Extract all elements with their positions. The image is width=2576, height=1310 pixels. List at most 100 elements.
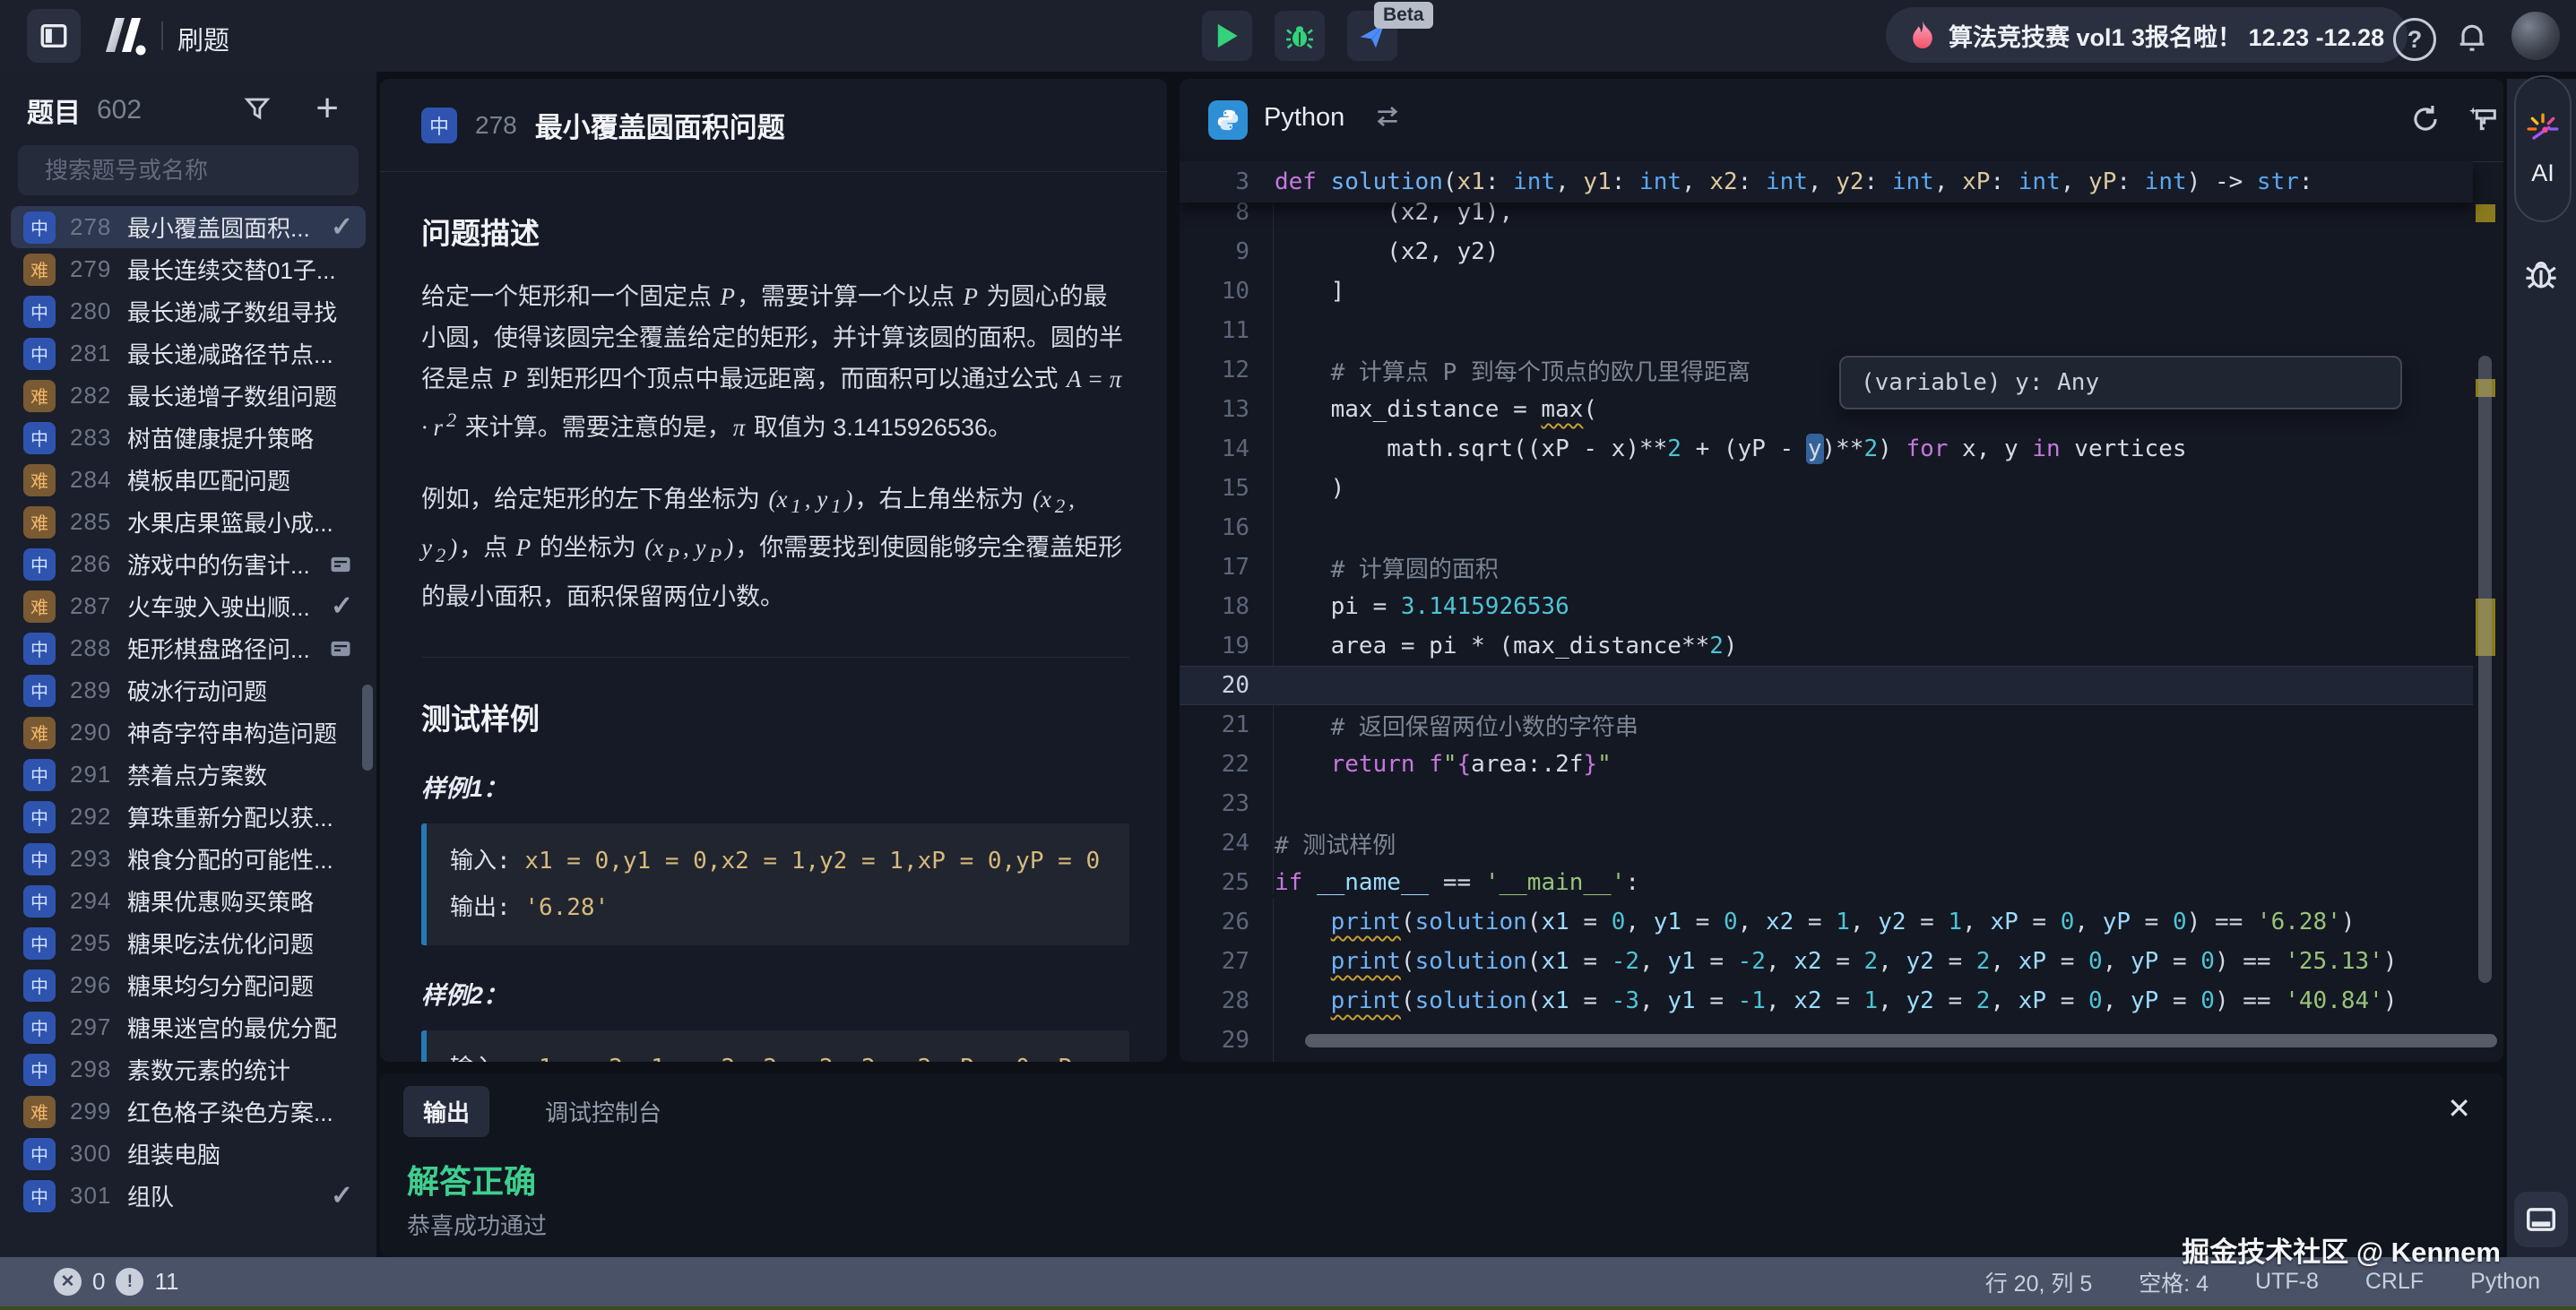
close-output-button[interactable]: ✕ xyxy=(2447,1091,2471,1125)
tab-debug-console[interactable]: 调试控制台 xyxy=(525,1086,681,1137)
sticky-code-line[interactable]: 3def solution(x1: int, y1: int, x2: int,… xyxy=(1180,161,2473,203)
problem-item[interactable]: 难287火车驶入驶出顺...✓ xyxy=(11,585,366,627)
eol-type[interactable]: CRLF xyxy=(2365,1269,2424,1295)
language-switch-button[interactable] xyxy=(1373,102,1402,131)
code-line[interactable]: 17 # 计算圆的面积 xyxy=(1180,547,2473,587)
problem-item[interactable]: 中278最小覆盖圆面积...✓ xyxy=(11,206,366,248)
difficulty-badge: 中 xyxy=(23,548,56,581)
problem-item-title: 糖果迷宫的最优分配 xyxy=(127,1011,348,1044)
problem-item-number: 296 xyxy=(70,971,122,999)
sidebar-toggle-button[interactable] xyxy=(27,9,81,63)
problem-item-number: 292 xyxy=(70,803,122,831)
filter-button[interactable] xyxy=(242,93,272,124)
user-avatar[interactable] xyxy=(2511,12,2560,60)
code-line[interactable]: 15 ) xyxy=(1180,469,2473,508)
promo-text: 算法竞技赛 vol1 3报名啦！ 12.23 -12.28 xyxy=(1949,18,2384,53)
problem-item[interactable]: 难290神奇字符串构造问题 xyxy=(11,711,366,754)
ai-assistant-button[interactable]: AI xyxy=(2514,75,2572,222)
errors-icon: ✕ xyxy=(54,1268,82,1296)
language-label: Python xyxy=(1264,103,1344,133)
code-line[interactable]: 11 xyxy=(1180,311,2473,350)
problem-item[interactable]: 中293粮食分配的可能性... xyxy=(11,838,366,880)
problem-item[interactable]: 中300组装电脑 xyxy=(11,1133,366,1175)
encoding[interactable]: UTF-8 xyxy=(2255,1269,2319,1295)
problem-item[interactable]: 难285水果店果篮最小成... xyxy=(11,501,366,543)
question-icon: ? xyxy=(2407,26,2423,54)
funnel-icon xyxy=(242,93,272,124)
debug-panel-button[interactable] xyxy=(2522,254,2560,292)
problem-item[interactable]: 中289破冰行动问题 xyxy=(11,669,366,711)
problem-item[interactable]: 中283树苗健康提升策略 xyxy=(11,417,366,459)
code-line[interactable]: 16 xyxy=(1180,508,2473,547)
code-line[interactable]: 21 # 返回保留两位小数的字符串 xyxy=(1180,705,2473,745)
code-line[interactable]: 19 area = pi * (max_distance**2) xyxy=(1180,626,2473,666)
problem-item-title: 糖果均匀分配问题 xyxy=(127,969,348,1002)
code-line[interactable]: 14 math.sqrt((xP - x)**2 + (yP - y)**2) … xyxy=(1180,429,2473,469)
problem-item[interactable]: 中292算珠重新分配以获... xyxy=(11,796,366,838)
problems-indicator[interactable]: ✕ 0 ! 11 xyxy=(54,1268,178,1296)
code-line[interactable]: 25if __name__ == '__main__': xyxy=(1180,863,2473,902)
problem-item-number: 300 xyxy=(70,1140,122,1168)
notifications-button[interactable] xyxy=(2454,18,2490,56)
problem-item-number: 293 xyxy=(70,845,122,873)
code-line[interactable]: 9 (x2, y2) xyxy=(1180,232,2473,271)
cursor-position[interactable]: 行 20, 列 5 xyxy=(1985,1266,2093,1298)
problem-item[interactable]: 中281最长递减路径节点... xyxy=(11,332,366,375)
console-panel-button[interactable] xyxy=(2514,1192,2568,1247)
sample2-label: 样例2： xyxy=(421,976,1129,1011)
promo-banner[interactable]: 算法竞技赛 vol1 3报名啦！ 12.23 -12.28 xyxy=(1886,7,2407,63)
swap-arrows-icon xyxy=(1373,102,1402,131)
problem-item[interactable]: 中291禁着点方案数 xyxy=(11,754,366,796)
problem-item[interactable]: 中286游戏中的伤害计... xyxy=(11,543,366,585)
code-line[interactable]: 10 ] xyxy=(1180,271,2473,311)
problem-item[interactable]: 中297糖果迷宫的最优分配 xyxy=(11,1006,366,1048)
code-line[interactable]: 22 return f"{area:.2f}" xyxy=(1180,745,2473,784)
code-line[interactable]: 23 xyxy=(1180,784,2473,823)
difficulty-badge: 中 xyxy=(23,338,56,370)
problem-sidebar: 题目 602 + 中278最小覆盖圆面积...✓难279最长连续交替01子...… xyxy=(0,72,376,1257)
problem-item[interactable]: 中294糖果优惠购买策略 xyxy=(11,880,366,922)
code-line[interactable]: 26 print(solution(x1 = 0, y1 = 0, x2 = 1… xyxy=(1180,902,2473,942)
problem-item-number: 281 xyxy=(70,340,122,367)
reset-code-button[interactable] xyxy=(2408,102,2442,136)
problem-item[interactable]: 难284模板串匹配问题 xyxy=(11,459,366,501)
problem-item[interactable]: 中288矩形棋盘路径问... xyxy=(11,627,366,669)
sidebar-scrollbar[interactable] xyxy=(362,685,373,771)
difficulty-badge: 中 xyxy=(23,675,56,707)
tab-output[interactable]: 输出 xyxy=(403,1086,489,1137)
editor-horizontal-scrollbar[interactable] xyxy=(1305,1034,2497,1047)
code-line[interactable]: 27 print(solution(x1 = -2, y1 = -2, x2 =… xyxy=(1180,942,2473,981)
format-code-button[interactable] xyxy=(2465,100,2501,136)
problem-item[interactable]: 难299红色格子染色方案... xyxy=(11,1090,366,1133)
code-line[interactable]: 28 print(solution(x1 = -3, y1 = -1, x2 =… xyxy=(1180,981,2473,1021)
problem-item[interactable]: 中295糖果吃法优化问题 xyxy=(11,922,366,964)
language-mode[interactable]: Python xyxy=(2470,1269,2540,1295)
problem-item-title: 糖果吃法优化问题 xyxy=(127,926,348,960)
check-icon: ✓ xyxy=(331,211,353,243)
problem-item[interactable]: 中301组队✓ xyxy=(11,1175,366,1217)
panel-layout-icon xyxy=(39,21,69,51)
help-button[interactable]: ? xyxy=(2393,18,2436,61)
problem-item-title: 树苗健康提升策略 xyxy=(127,421,348,454)
code-line[interactable]: 3def solution(x1: int, y1: int, x2: int,… xyxy=(1180,162,2313,202)
editor-vertical-scrollbar[interactable] xyxy=(2478,356,2492,983)
problem-number: 278 xyxy=(475,111,517,140)
indentation[interactable]: 空格: 4 xyxy=(2139,1266,2209,1298)
problem-item[interactable]: 难282最长递增子数组问题 xyxy=(11,375,366,417)
result-message: 恭喜成功通过 xyxy=(407,1208,547,1241)
problem-item[interactable]: 中298素数元素的统计 xyxy=(11,1048,366,1090)
run-button[interactable] xyxy=(1202,11,1252,61)
code-line[interactable]: 24# 测试样例 xyxy=(1180,823,2473,863)
code-line[interactable]: 18 pi = 3.1415926536 xyxy=(1180,587,2473,626)
problem-item[interactable]: 中296糖果均匀分配问题 xyxy=(11,964,366,1006)
search-box[interactable] xyxy=(18,145,359,195)
app-logo[interactable] xyxy=(100,16,149,56)
code-line[interactable]: 20 xyxy=(1180,666,2473,705)
difficulty-badge: 难 xyxy=(23,380,56,412)
problem-item[interactable]: 难279最长连续交替01子... xyxy=(11,248,366,290)
problem-item[interactable]: 中280最长递减子数组寻找 xyxy=(11,290,366,332)
add-problem-button[interactable]: + xyxy=(316,86,339,131)
search-input[interactable] xyxy=(43,156,347,185)
warning-count: 11 xyxy=(154,1268,178,1296)
debug-button[interactable] xyxy=(1275,11,1325,61)
